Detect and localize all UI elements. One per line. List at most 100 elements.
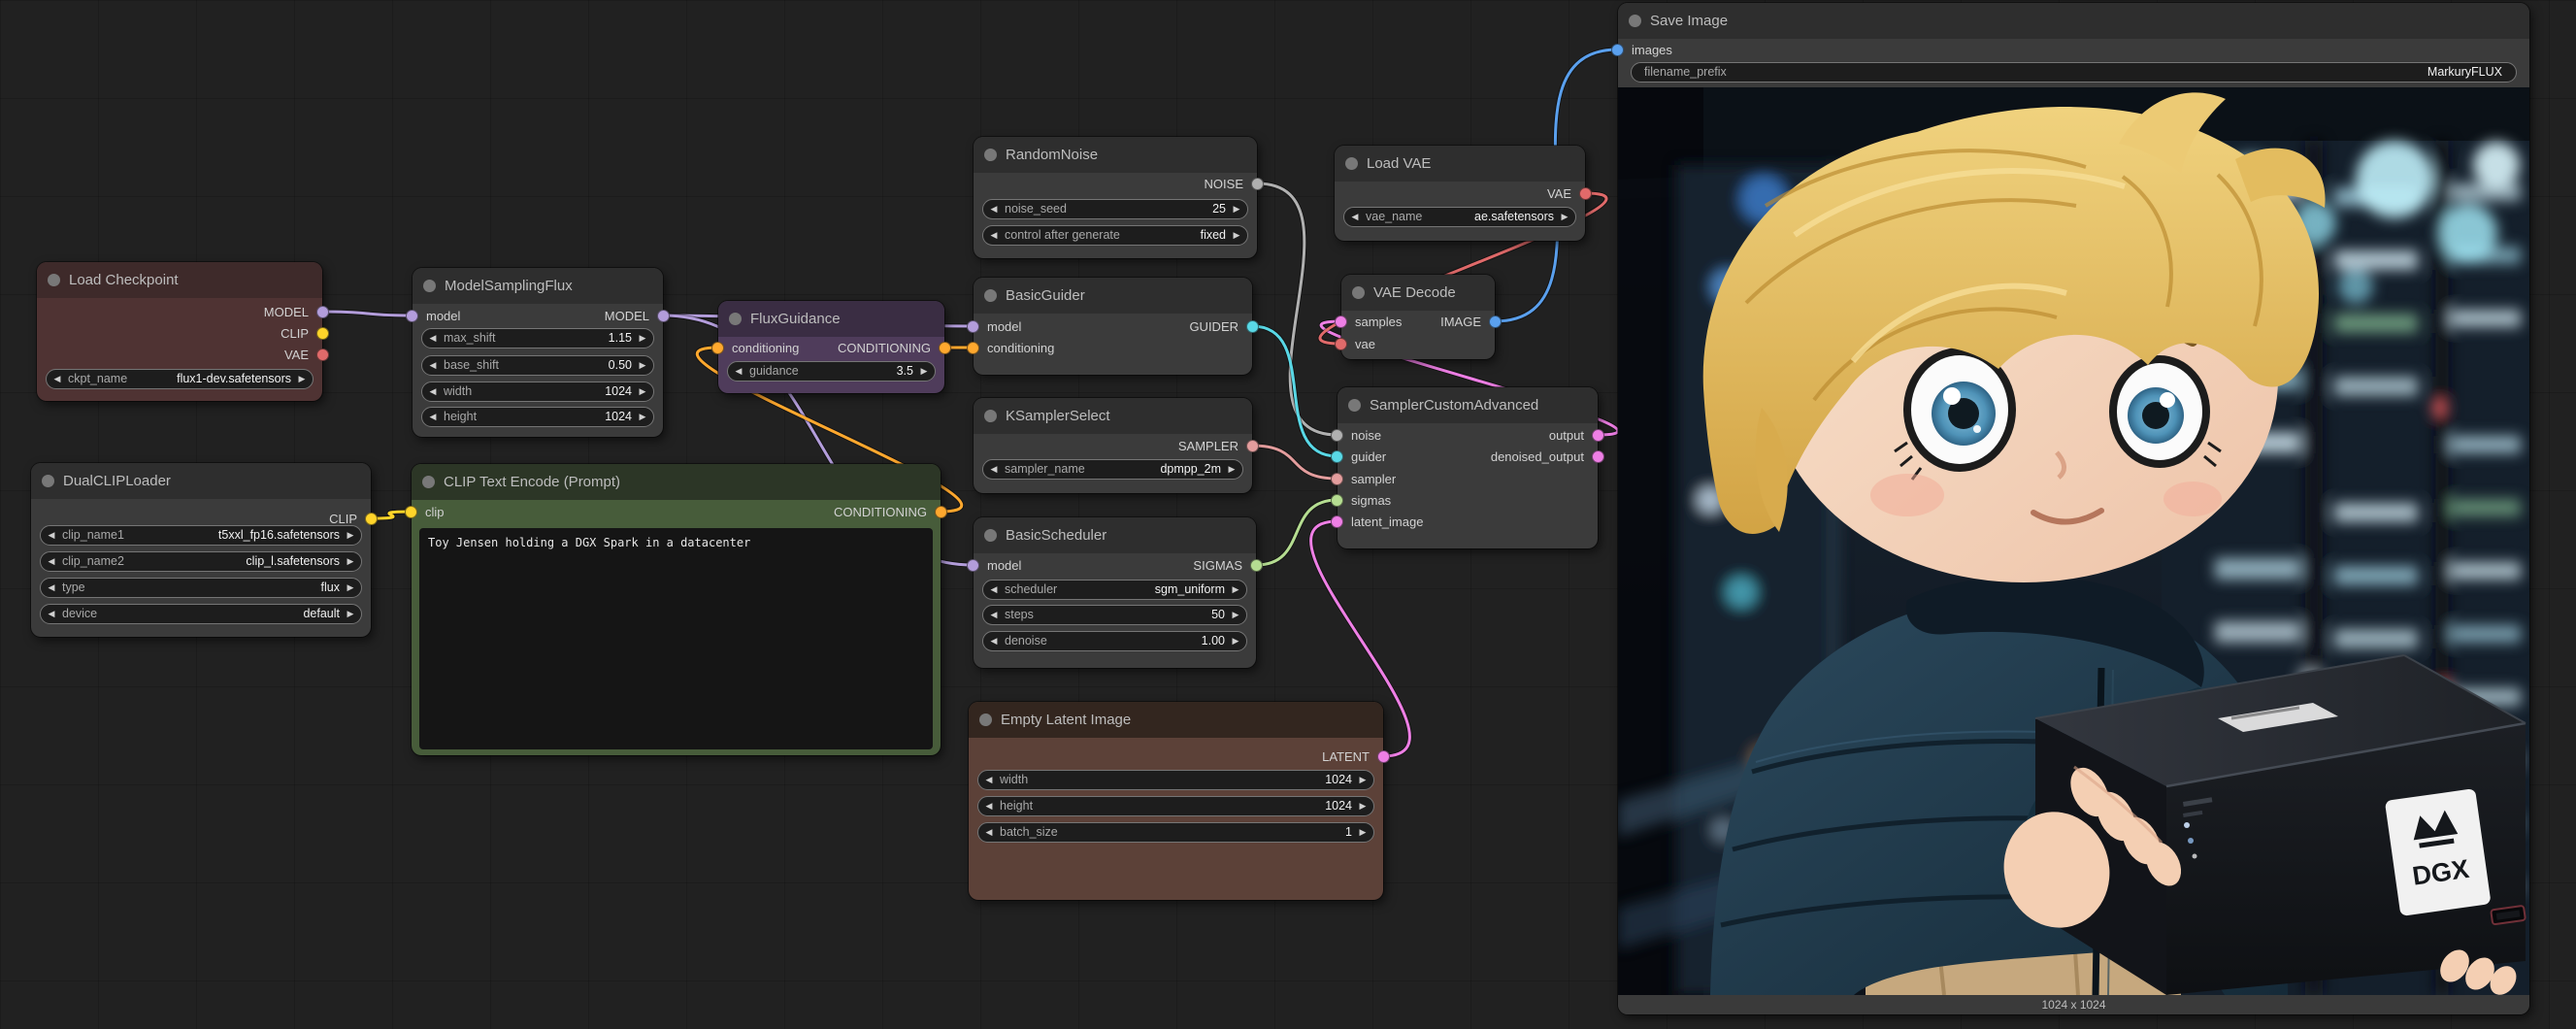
output-port-sampler[interactable]: SAMPLER [1171, 436, 1259, 455]
widget-width[interactable]: width1024 [977, 770, 1374, 790]
widget-control-after-generate[interactable]: control after generatefixed [982, 225, 1248, 246]
widget-denoise[interactable]: denoise1.00 [982, 631, 1247, 651]
output-dot-sampler[interactable] [1246, 440, 1259, 452]
widget-increment-arrow[interactable] [1221, 459, 1242, 480]
widget-decrement-arrow[interactable] [983, 631, 1005, 651]
node-header[interactable]: DualCLIPLoader [31, 463, 371, 499]
widget-increment-arrow[interactable] [1226, 225, 1247, 246]
input-port-model[interactable]: model [967, 316, 1029, 336]
node-header[interactable]: Save Image [1618, 3, 2529, 39]
node-header[interactable]: Empty Latent Image [969, 702, 1383, 738]
output-port-latent[interactable]: LATENT [1314, 747, 1390, 766]
output-dot-output[interactable] [1592, 429, 1604, 442]
input-dot-latent-image[interactable] [1331, 515, 1343, 528]
node-load-checkpoint[interactable]: Load CheckpointMODELCLIPVAEckpt_nameflux… [37, 262, 322, 401]
output-port-vae[interactable]: VAE [1539, 183, 1592, 203]
node-sampler-custom-advanced[interactable]: SamplerCustomAdvancednoiseguidersamplers… [1338, 387, 1598, 548]
widget-increment-arrow[interactable] [913, 361, 935, 382]
node-graph-canvas[interactable]: Load CheckpointMODELCLIPVAEckpt_nameflux… [0, 0, 2576, 1029]
widget-scheduler[interactable]: schedulersgm_uniform [982, 580, 1247, 600]
node-header[interactable]: BasicScheduler [974, 517, 1256, 553]
output-port-output[interactable]: output [1541, 425, 1604, 445]
input-dot-model[interactable] [967, 320, 979, 333]
widget-ckpt-name[interactable]: ckpt_nameflux1-dev.safetensors [46, 369, 314, 389]
node-clip-text-encode[interactable]: CLIP Text Encode (Prompt)clipCONDITIONIN… [412, 464, 941, 755]
input-dot-guider[interactable] [1331, 450, 1343, 463]
collapse-dot[interactable] [1345, 157, 1358, 170]
node-load-vae[interactable]: Load VAEVAEvae_nameae.safetensors [1335, 146, 1585, 241]
input-port-sigmas[interactable]: sigmas [1331, 490, 1399, 510]
widget-width[interactable]: width1024 [421, 382, 654, 402]
input-port-latent-image[interactable]: latent_image [1331, 512, 1431, 531]
collapse-dot[interactable] [1348, 399, 1361, 412]
widget-sampler-name[interactable]: sampler_namedpmpp_2m [982, 459, 1243, 480]
output-port-guider[interactable]: GUIDER [1181, 316, 1259, 336]
widget-increment-arrow[interactable] [1352, 822, 1373, 843]
node-header[interactable]: CLIP Text Encode (Prompt) [412, 464, 941, 500]
collapse-dot[interactable] [422, 476, 435, 488]
output-dot-denoised-output[interactable] [1592, 450, 1604, 463]
input-port-conditioning[interactable]: conditioning [711, 338, 807, 357]
output-port-model[interactable]: MODEL [597, 306, 670, 325]
input-dot-model[interactable] [967, 559, 979, 572]
output-port-clip[interactable]: CLIP [273, 323, 329, 343]
input-dot-conditioning[interactable] [967, 342, 979, 354]
collapse-dot[interactable] [984, 410, 997, 422]
output-port-sigmas[interactable]: SIGMAS [1185, 555, 1263, 575]
widget-decrement-arrow[interactable] [41, 578, 62, 598]
node-flux-guidance[interactable]: FluxGuidanceconditioningCONDITIONINGguid… [718, 301, 944, 393]
widget-increment-arrow[interactable] [632, 328, 653, 349]
node-model-sampling-flux[interactable]: ModelSamplingFluxmodelMODELmax_shift1.15… [413, 268, 663, 437]
widget-increment-arrow[interactable] [1352, 770, 1373, 790]
widget-increment-arrow[interactable] [291, 369, 313, 389]
widget-steps[interactable]: steps50 [982, 605, 1247, 625]
node-header[interactable]: BasicGuider [974, 278, 1252, 314]
output-dot-sigmas[interactable] [1250, 559, 1263, 572]
widget-vae-name[interactable]: vae_nameae.safetensors [1343, 207, 1576, 227]
output-port-denoised-output[interactable]: denoised_output [1483, 447, 1604, 466]
node-header[interactable]: RandomNoise [974, 137, 1257, 173]
widget-increment-arrow[interactable] [632, 382, 653, 402]
input-port-guider[interactable]: guider [1331, 447, 1394, 466]
node-header[interactable]: SamplerCustomAdvanced [1338, 387, 1598, 423]
widget-batch-size[interactable]: batch_size1 [977, 822, 1374, 843]
widget-increment-arrow[interactable] [632, 407, 653, 427]
output-port-model[interactable]: MODEL [256, 302, 329, 321]
node-basic-scheduler[interactable]: BasicSchedulermodelSIGMASschedulersgm_un… [974, 517, 1256, 668]
output-dot-model[interactable] [657, 310, 670, 322]
widget-increment-arrow[interactable] [1225, 605, 1246, 625]
widget-decrement-arrow[interactable] [422, 328, 444, 349]
collapse-dot[interactable] [984, 149, 997, 161]
output-dot-image[interactable] [1489, 315, 1502, 328]
output-dot-guider[interactable] [1246, 320, 1259, 333]
widget-type[interactable]: typeflux [40, 578, 362, 598]
widget-increment-arrow[interactable] [1554, 207, 1575, 227]
collapse-dot[interactable] [984, 289, 997, 302]
output-dot-vae[interactable] [1579, 187, 1592, 200]
input-dot-model[interactable] [406, 310, 418, 322]
widget-height[interactable]: height1024 [977, 796, 1374, 816]
node-random-noise[interactable]: RandomNoiseNOISEnoise_seed25control afte… [974, 137, 1257, 258]
prompt-textarea[interactable]: Toy Jensen holding a DGX Spark in a data… [419, 528, 933, 749]
widget-decrement-arrow[interactable] [47, 369, 68, 389]
input-port-samples[interactable]: samples [1335, 312, 1409, 331]
output-dot-clip[interactable] [316, 327, 329, 340]
output-port-image[interactable]: IMAGE [1433, 312, 1502, 331]
input-port-vae[interactable]: vae [1335, 334, 1383, 353]
node-ksampler-select[interactable]: KSamplerSelectSAMPLERsampler_namedpmpp_2… [974, 398, 1252, 493]
widget-increment-arrow[interactable] [340, 604, 361, 624]
widget-decrement-arrow[interactable] [983, 225, 1005, 246]
widget-increment-arrow[interactable] [340, 578, 361, 598]
input-dot-noise[interactable] [1331, 429, 1343, 442]
widget-decrement-arrow[interactable] [41, 525, 62, 546]
input-port-images[interactable]: images [1611, 40, 1680, 59]
input-dot-clip[interactable] [405, 506, 417, 518]
output-dot-conditioning[interactable] [935, 506, 947, 518]
collapse-dot[interactable] [1352, 286, 1365, 299]
widget-decrement-arrow[interactable] [422, 355, 444, 376]
widget-decrement-arrow[interactable] [978, 770, 1000, 790]
node-save-image[interactable]: Save Imageimagesfilename_prefixMarkuryFL… [1618, 3, 2529, 1014]
output-port-vae[interactable]: VAE [277, 345, 329, 364]
widget-decrement-arrow[interactable] [41, 551, 62, 572]
widget-device[interactable]: devicedefault [40, 604, 362, 624]
